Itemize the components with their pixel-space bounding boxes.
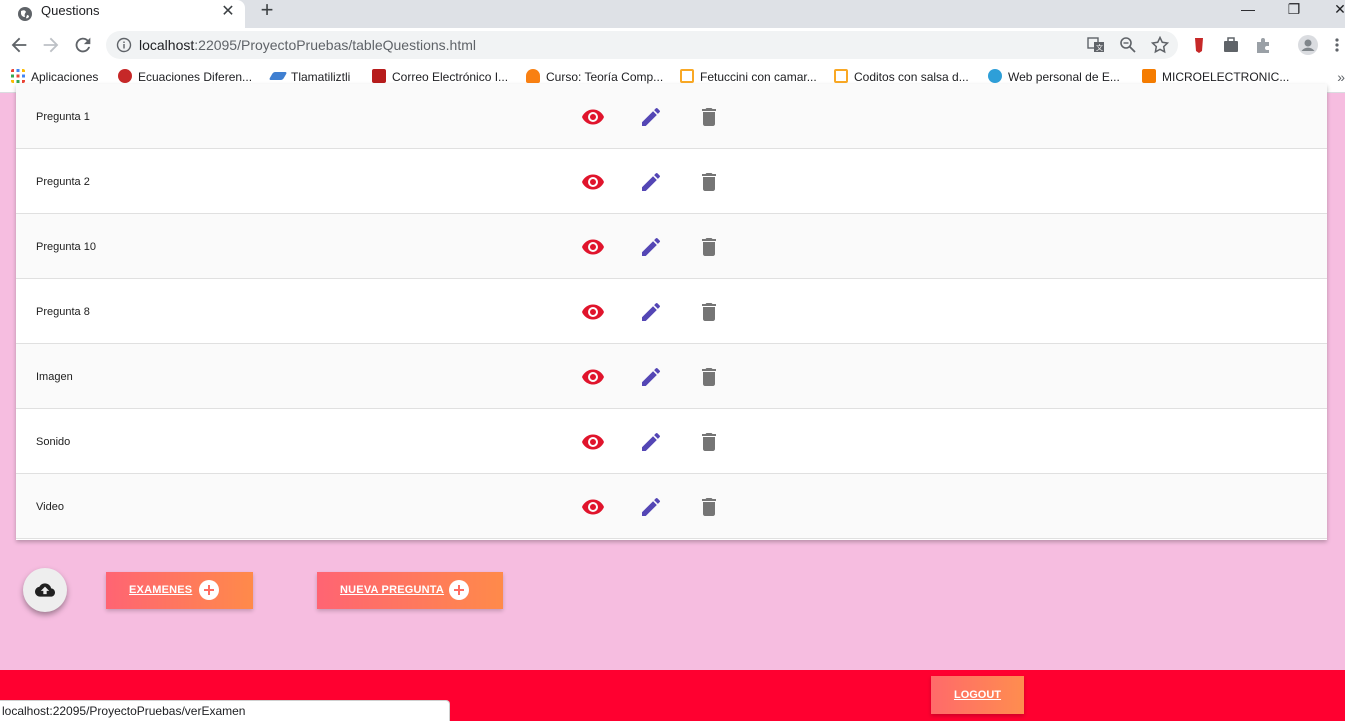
question-name: Pregunta 1 bbox=[36, 111, 90, 123]
tab-title: Questions bbox=[41, 3, 100, 18]
examenes-button[interactable]: EXAMENES bbox=[106, 572, 253, 609]
url-text: localhost:22095/ProyectoPruebas/tableQue… bbox=[139, 37, 476, 53]
questions-table: Pregunta 1 Pregunta 2 Pregunta 10 Pregunta … bbox=[16, 84, 1327, 540]
apps-grid-icon bbox=[11, 69, 25, 83]
page-content: Pregunta 1 Pregunta 2 Pregunta 10 Pregunta … bbox=[2, 84, 1341, 670]
globe-icon bbox=[988, 69, 1002, 83]
cloud-upload-icon bbox=[35, 583, 55, 597]
question-row: Sonido bbox=[16, 409, 1327, 474]
status-url-bubble: localhost:22095/ProyectoPruebas/verExame… bbox=[0, 700, 450, 721]
bookmark-icon bbox=[680, 69, 694, 83]
back-arrow-icon[interactable] bbox=[8, 34, 30, 56]
more-bookmarks-icon[interactable]: » bbox=[1337, 69, 1345, 85]
view-eye-icon[interactable] bbox=[580, 495, 606, 519]
extension-shield-icon[interactable] bbox=[1190, 36, 1208, 54]
add-circle-icon bbox=[449, 580, 469, 600]
delete-trash-icon[interactable] bbox=[697, 170, 723, 194]
restore-button[interactable]: ❐ bbox=[1274, 0, 1314, 22]
star-icon[interactable] bbox=[1151, 36, 1169, 54]
question-name: Imagen bbox=[36, 371, 73, 383]
question-row: Imagen bbox=[16, 344, 1327, 409]
question-name: Pregunta 8 bbox=[36, 306, 90, 318]
zoom-icon[interactable] bbox=[1119, 36, 1137, 54]
tab-questions[interactable]: Questions ✕ bbox=[0, 0, 245, 28]
close-window-button[interactable]: ✕ bbox=[1320, 0, 1345, 22]
extension-puzzle-icon[interactable] bbox=[1254, 36, 1272, 54]
delete-trash-icon[interactable] bbox=[697, 430, 723, 454]
svg-text:文: 文 bbox=[1096, 43, 1103, 52]
reload-icon[interactable] bbox=[72, 34, 94, 56]
view-eye-icon[interactable] bbox=[580, 300, 606, 324]
question-row: Video bbox=[16, 474, 1327, 539]
globe-icon bbox=[18, 7, 32, 21]
address-bar[interactable]: localhost:22095/ProyectoPruebas/tableQue… bbox=[106, 31, 1178, 59]
edit-pencil-icon[interactable] bbox=[639, 235, 665, 259]
edit-pencil-icon[interactable] bbox=[639, 430, 665, 454]
minimize-button[interactable]: — bbox=[1228, 0, 1268, 22]
info-icon[interactable] bbox=[116, 37, 132, 53]
question-name: Video bbox=[36, 501, 64, 513]
delete-trash-icon[interactable] bbox=[697, 300, 723, 324]
forward-arrow-icon[interactable] bbox=[40, 34, 62, 56]
question-row: Pregunta 10 bbox=[16, 214, 1327, 279]
view-eye-icon[interactable] bbox=[580, 170, 606, 194]
question-row: Pregunta 8 bbox=[16, 279, 1327, 344]
edit-pencil-icon[interactable] bbox=[639, 105, 665, 129]
nueva-pregunta-button[interactable]: NUEVA PREGUNTA bbox=[317, 572, 503, 609]
translate-icon[interactable]: 文 bbox=[1087, 36, 1105, 54]
bookmark-icon bbox=[834, 69, 848, 83]
question-name: Pregunta 10 bbox=[36, 241, 96, 253]
view-eye-icon[interactable] bbox=[580, 105, 606, 129]
add-circle-icon bbox=[199, 580, 219, 600]
edit-pencil-icon[interactable] bbox=[639, 365, 665, 389]
shield-icon bbox=[372, 69, 386, 83]
view-eye-icon[interactable] bbox=[580, 235, 606, 259]
nueva-pregunta-label: NUEVA PREGUNTA bbox=[340, 584, 445, 596]
feather-icon bbox=[268, 72, 288, 80]
close-tab-icon[interactable]: ✕ bbox=[219, 3, 237, 21]
question-row: Pregunta 2 bbox=[16, 149, 1327, 214]
delete-trash-icon[interactable] bbox=[697, 365, 723, 389]
question-row: Pregunta 1 bbox=[16, 84, 1327, 149]
question-name: Pregunta 2 bbox=[36, 176, 90, 188]
view-eye-icon[interactable] bbox=[580, 430, 606, 454]
profile-avatar-icon[interactable] bbox=[1297, 34, 1319, 56]
tab-strip: Questions ✕ + — ❐ ✕ bbox=[0, 0, 1345, 28]
edit-pencil-icon[interactable] bbox=[639, 170, 665, 194]
blogger-icon bbox=[1142, 69, 1156, 83]
edit-pencil-icon[interactable] bbox=[639, 495, 665, 519]
upload-fab[interactable] bbox=[23, 568, 67, 612]
edit-pencil-icon[interactable] bbox=[639, 300, 665, 324]
extension-bag-icon[interactable] bbox=[1222, 36, 1240, 54]
delete-trash-icon[interactable] bbox=[697, 235, 723, 259]
new-tab-button[interactable]: + bbox=[257, 0, 277, 21]
browser-toolbar: localhost:22095/ProyectoPruebas/tableQue… bbox=[0, 28, 1345, 63]
delete-trash-icon[interactable] bbox=[697, 495, 723, 519]
apple-icon bbox=[118, 69, 132, 83]
menu-dots-icon[interactable] bbox=[1332, 36, 1342, 54]
question-name: Sonido bbox=[36, 436, 71, 448]
delete-trash-icon[interactable] bbox=[697, 105, 723, 129]
view-eye-icon[interactable] bbox=[580, 365, 606, 389]
moodle-icon bbox=[526, 69, 540, 83]
logout-button[interactable]: LOGOUT bbox=[931, 676, 1024, 714]
examenes-label: EXAMENES bbox=[129, 584, 193, 596]
